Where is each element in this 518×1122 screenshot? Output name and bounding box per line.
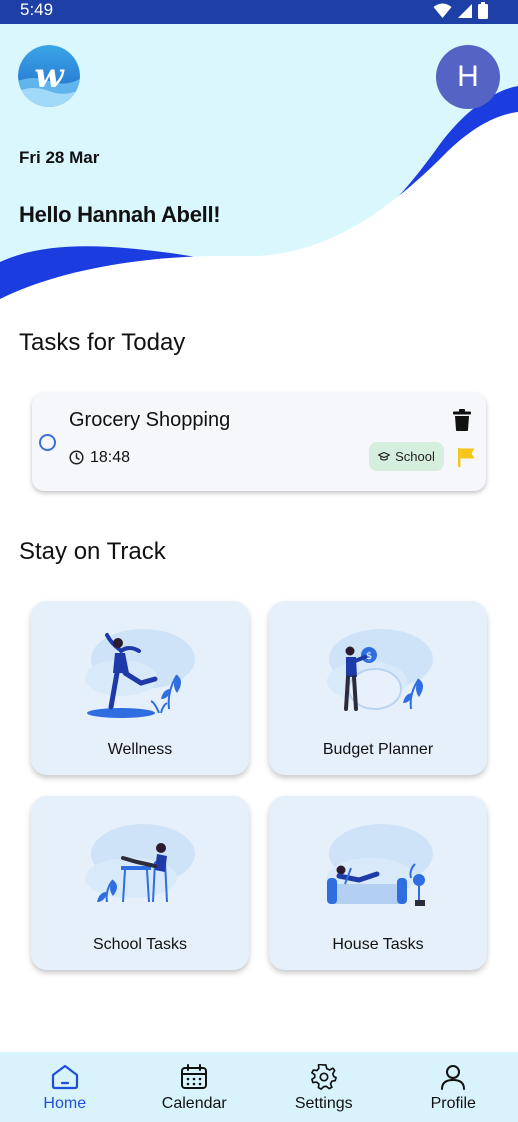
budget-planner-label: Budget Planner	[322, 741, 434, 758]
nav-item-settings[interactable]: Settings	[259, 1052, 389, 1122]
bottom-navigation: Home Calendar Settings Profile	[0, 1052, 518, 1122]
nav-label-settings: Settings	[294, 1095, 353, 1112]
nav-label-profile: Profile	[430, 1095, 476, 1112]
trash-icon[interactable]	[453, 409, 471, 431]
svg-text:w: w	[34, 56, 65, 96]
greeting: Hello Hannah Abell!	[19, 202, 221, 227]
tasks-section-title: Tasks for Today	[19, 329, 186, 356]
gear-icon	[310, 1064, 337, 1090]
calendar-icon	[181, 1064, 208, 1089]
home-icon	[51, 1064, 78, 1090]
house-tasks-label: House Tasks	[332, 936, 424, 953]
status-icons	[433, 2, 488, 19]
avatar[interactable]: H	[436, 45, 500, 109]
wellness-illustration	[85, 629, 195, 718]
wifi-icon	[433, 3, 452, 18]
house-tasks-card[interactable]: House Tasks	[269, 796, 487, 970]
status-time: 5:49	[20, 0, 54, 19]
nav-item-calendar[interactable]: Calendar	[130, 1052, 260, 1122]
budget-planner-card[interactable]: $ Budget Planner	[269, 601, 487, 775]
school-tasks-label: School Tasks	[93, 936, 187, 953]
graduation-cap-icon	[378, 451, 391, 461]
track-section-title: Stay on Track	[19, 538, 166, 565]
clock-icon	[69, 450, 84, 465]
signal-icon	[458, 3, 472, 18]
current-date: Fri 28 Mar	[19, 148, 100, 167]
task-time: 18:48	[90, 449, 131, 466]
house-illustration	[327, 824, 433, 906]
nav-item-home[interactable]: Home	[0, 1052, 130, 1122]
user-icon	[441, 1065, 466, 1090]
battery-icon	[478, 2, 488, 19]
nav-label-calendar: Calendar	[161, 1095, 227, 1112]
school-tasks-card[interactable]: School Tasks	[31, 796, 249, 970]
task-complete-radio[interactable]	[39, 434, 56, 451]
wellness-label: Wellness	[107, 741, 173, 758]
wellness-card[interactable]: Wellness	[31, 601, 249, 775]
avatar-initial: H	[457, 60, 479, 93]
task-title: Grocery Shopping	[69, 409, 231, 431]
nav-label-home: Home	[43, 1095, 87, 1112]
category-badge: School	[369, 442, 444, 471]
flag-icon[interactable]	[458, 448, 475, 467]
category-label: School	[395, 449, 435, 464]
nav-item-profile[interactable]: Profile	[389, 1052, 518, 1122]
school-illustration	[85, 824, 195, 903]
app-logo: w	[18, 45, 80, 107]
budget-illustration: $	[327, 629, 433, 711]
status-bar: 5:49	[0, 0, 518, 24]
